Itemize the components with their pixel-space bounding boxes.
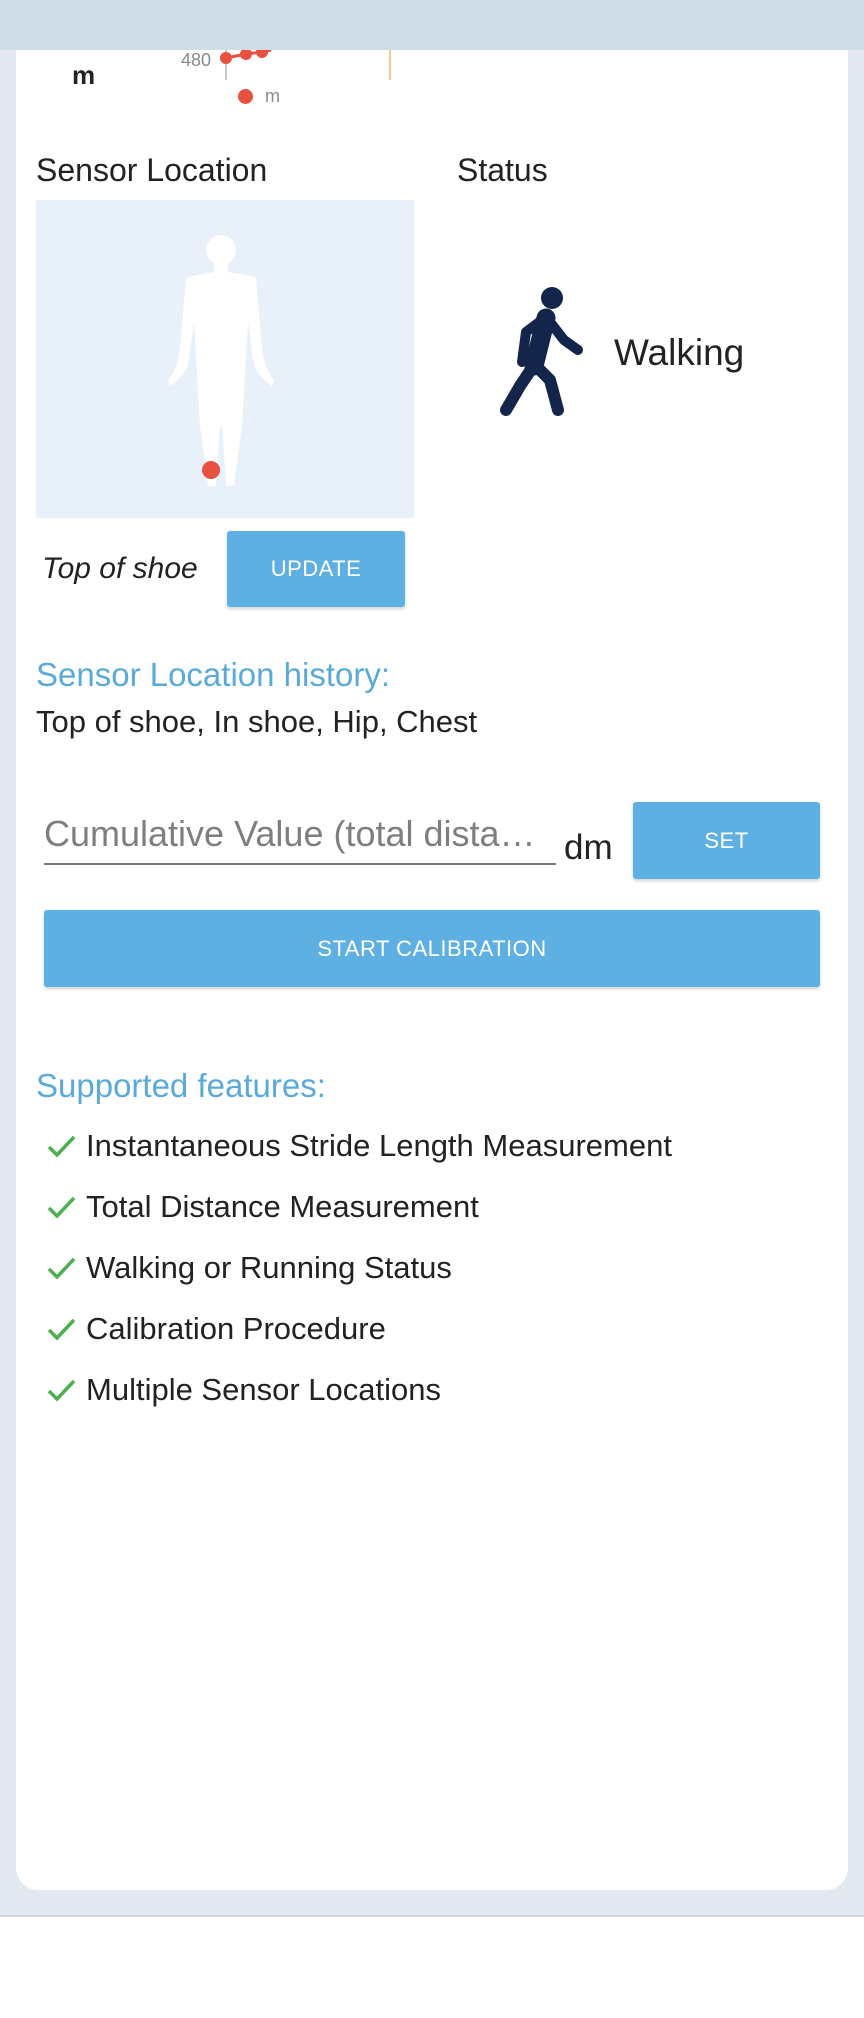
- checkmark-icon: [47, 1318, 76, 1341]
- sensor-location-heading: Sensor Location: [36, 152, 268, 188]
- feature-label: Walking or Running Status: [86, 1249, 452, 1285]
- feature-label: Multiple Sensor Locations: [86, 1371, 441, 1407]
- cumulative-value-input[interactable]: [44, 805, 556, 863]
- start-calibration-button[interactable]: START CALIBRATION: [44, 910, 820, 987]
- supported-features-heading: Supported features:: [36, 1067, 326, 1104]
- chart-unit-label: m: [72, 60, 96, 90]
- legend-label: m: [265, 86, 280, 106]
- chart-legend: m: [238, 86, 280, 107]
- feature-item: Walking or Running Status: [44, 1237, 672, 1298]
- update-button[interactable]: UPDATE: [227, 531, 405, 607]
- feature-item: Instantaneous Stride Length Measurement: [44, 1115, 672, 1176]
- checkmark-icon: [47, 1135, 76, 1158]
- feature-label: Calibration Procedure: [86, 1310, 386, 1346]
- feature-item: Multiple Sensor Locations: [44, 1359, 672, 1420]
- feature-item: Calibration Procedure: [44, 1298, 672, 1359]
- chart-tick-label: 480: [181, 50, 212, 70]
- cumulative-value-field[interactable]: [44, 805, 556, 865]
- walking-person-icon: [500, 287, 583, 416]
- sensor-location-history-heading: Sensor Location history:: [36, 656, 391, 693]
- bottom-navigation-area: [0, 1915, 864, 2018]
- cumulative-unit-label: dm: [564, 828, 613, 867]
- sensor-location-history-list: Top of shoe, In shoe, Hip, Chest: [36, 704, 478, 739]
- body-silhouette-icon: [168, 235, 274, 486]
- chart-point: [256, 50, 268, 58]
- checkmark-icon: [47, 1379, 76, 1402]
- status-heading: Status: [457, 152, 548, 188]
- checkmark-icon: [47, 1257, 76, 1280]
- status-value: Walking: [614, 332, 745, 373]
- legend-dot-icon: [238, 89, 253, 104]
- supported-features-list: Instantaneous Stride Length Measurement …: [44, 1115, 672, 1420]
- sensor-card[interactable]: m 480 m Sensor Location Status Top of sh…: [16, 50, 848, 1890]
- current-sensor-location: Top of shoe: [42, 552, 198, 585]
- feature-label: Instantaneous Stride Length Measurement: [86, 1127, 672, 1163]
- set-button[interactable]: SET: [633, 802, 820, 879]
- sensor-position-dot: [202, 461, 220, 479]
- feature-item: Total Distance Measurement: [44, 1176, 672, 1237]
- sensor-location-panel[interactable]: [36, 200, 414, 518]
- chart-point: [240, 50, 252, 60]
- checkmark-icon: [47, 1196, 76, 1219]
- chart-point: [220, 52, 232, 64]
- feature-label: Total Distance Measurement: [86, 1188, 479, 1224]
- status-bar: [0, 0, 864, 50]
